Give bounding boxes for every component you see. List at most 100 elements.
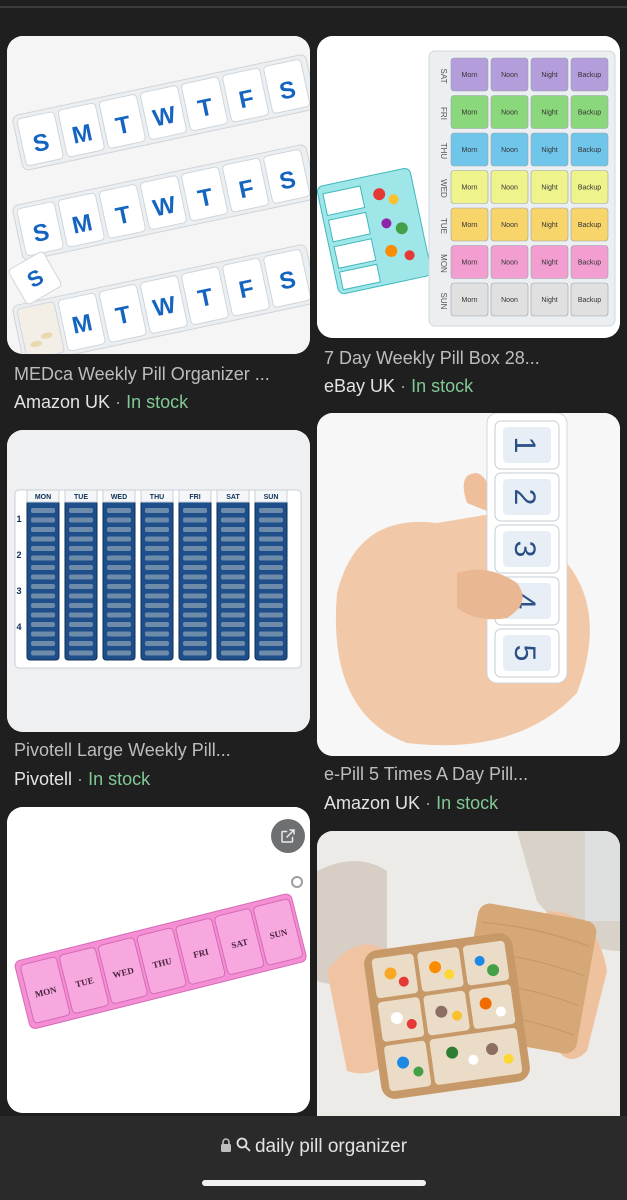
separator: · <box>400 376 407 396</box>
pill <box>145 536 169 542</box>
result-title[interactable]: e-Pill 5 Times A Day Pill... <box>324 764 619 785</box>
img-text: Backup <box>578 185 601 192</box>
img-text: Noon <box>501 260 518 267</box>
pill <box>69 584 93 589</box>
pill <box>31 527 55 532</box>
pill <box>145 593 169 599</box>
pill <box>107 536 131 542</box>
pill <box>221 565 245 570</box>
result-meta: eBay UK · In stock <box>324 376 473 397</box>
url-display[interactable]: daily pill organizer <box>0 1136 627 1158</box>
separator: · <box>425 793 432 813</box>
pill <box>183 631 207 637</box>
pill <box>221 631 245 637</box>
pill <box>107 622 131 627</box>
pill <box>183 555 207 561</box>
img-text: Noon <box>501 147 518 154</box>
pill <box>259 565 283 570</box>
separator: · <box>77 769 84 789</box>
pill <box>31 555 55 561</box>
result-card-7day[interactable]: SAT Morn Noon Night Backup FRI Morn Noon Night Ba… <box>317 36 620 396</box>
pill <box>107 603 131 608</box>
seller-name: Amazon UK <box>14 392 111 412</box>
pill <box>107 508 131 513</box>
img-text: Night <box>541 222 557 229</box>
pill <box>31 508 55 513</box>
pill <box>183 517 207 523</box>
pill <box>145 527 169 532</box>
pill <box>69 565 93 570</box>
img-text: 1 <box>16 514 21 524</box>
img-text: 1 <box>508 437 541 454</box>
pill <box>31 603 55 608</box>
pill <box>145 612 169 618</box>
pill <box>221 584 245 589</box>
product-image-medca[interactable]: S M T W T F S S M T W T F S M T W T F S … <box>7 36 310 354</box>
img-text: Night <box>541 72 557 79</box>
pill <box>259 574 283 580</box>
result-card-wooden[interactable] <box>317 831 620 1116</box>
pill <box>69 574 93 580</box>
result-title[interactable]: 7 Day Weekly Pill Box 28... <box>324 348 619 369</box>
img-text: WED <box>111 494 127 501</box>
pill <box>183 641 207 646</box>
pill <box>183 527 207 532</box>
open-in-new-icon <box>281 829 295 843</box>
seller-name: Amazon UK <box>324 793 421 813</box>
pill <box>107 574 131 580</box>
stock-status: In stock <box>436 793 499 813</box>
product-image-7day[interactable]: SAT Morn Noon Night Backup FRI Morn Noon Night Ba… <box>317 36 620 338</box>
result-card-medca[interactable]: S M T W T F S S M T W T F S M T W T F S … <box>7 36 310 416</box>
img-text: MON <box>439 254 448 273</box>
product-image-wooden[interactable] <box>317 831 620 1116</box>
pill <box>69 650 93 656</box>
pill <box>259 508 283 513</box>
pill <box>145 631 169 637</box>
pill <box>183 546 207 551</box>
result-card-epill[interactable]: 12345 e-Pill 5 Times A Day Pill... Amazo… <box>317 413 620 823</box>
pill <box>183 603 207 608</box>
img-text: 2 <box>16 550 21 560</box>
img-text: Night <box>541 297 557 304</box>
pill <box>69 536 93 542</box>
img-text: Morn <box>462 72 478 79</box>
pill <box>183 650 207 656</box>
img-text: FRI <box>189 494 200 501</box>
pill <box>69 508 93 513</box>
pill <box>107 593 131 599</box>
img-text: Morn <box>462 260 478 267</box>
result-title[interactable]: Pivotell Large Weekly Pill... <box>14 740 309 761</box>
pill <box>31 546 55 551</box>
pill <box>221 641 245 646</box>
pill <box>183 565 207 570</box>
pill <box>69 612 93 618</box>
product-image-epill[interactable]: 12345 <box>317 413 620 756</box>
pill <box>31 536 55 542</box>
open-in-new-button[interactable] <box>271 819 305 853</box>
stock-status: In stock <box>126 392 189 412</box>
pill <box>31 650 55 656</box>
pill <box>107 641 131 646</box>
stock-status: In stock <box>88 769 151 789</box>
result-meta: Pivotell · In stock <box>14 769 150 790</box>
product-image-pivotell[interactable]: MON TUE WED THU FRI SAT SUN 1 2 3 4 <box>7 430 310 732</box>
pill <box>221 650 245 656</box>
img-text: Noon <box>501 110 518 117</box>
top-divider <box>0 6 627 8</box>
result-card-pink[interactable]: MON TUE WED THU FRI SAT SUN <box>7 807 310 1113</box>
result-title[interactable]: MEDca Weekly Pill Organizer ... <box>14 364 309 385</box>
pill <box>259 593 283 599</box>
pill <box>183 584 207 589</box>
result-card-pivotell[interactable]: MON TUE WED THU FRI SAT SUN 1 2 3 4 Pivotell Large… <box>7 430 310 800</box>
home-indicator[interactable] <box>202 1180 426 1186</box>
pill <box>145 508 169 513</box>
img-text: 3 <box>508 541 541 558</box>
pill <box>107 631 131 637</box>
separator: · <box>115 392 122 412</box>
pill <box>107 546 131 551</box>
pill <box>183 593 207 599</box>
pill <box>107 517 131 523</box>
pill <box>31 584 55 589</box>
product-image-pink[interactable]: MON TUE WED THU FRI SAT SUN <box>7 807 310 1113</box>
pill <box>259 536 283 542</box>
